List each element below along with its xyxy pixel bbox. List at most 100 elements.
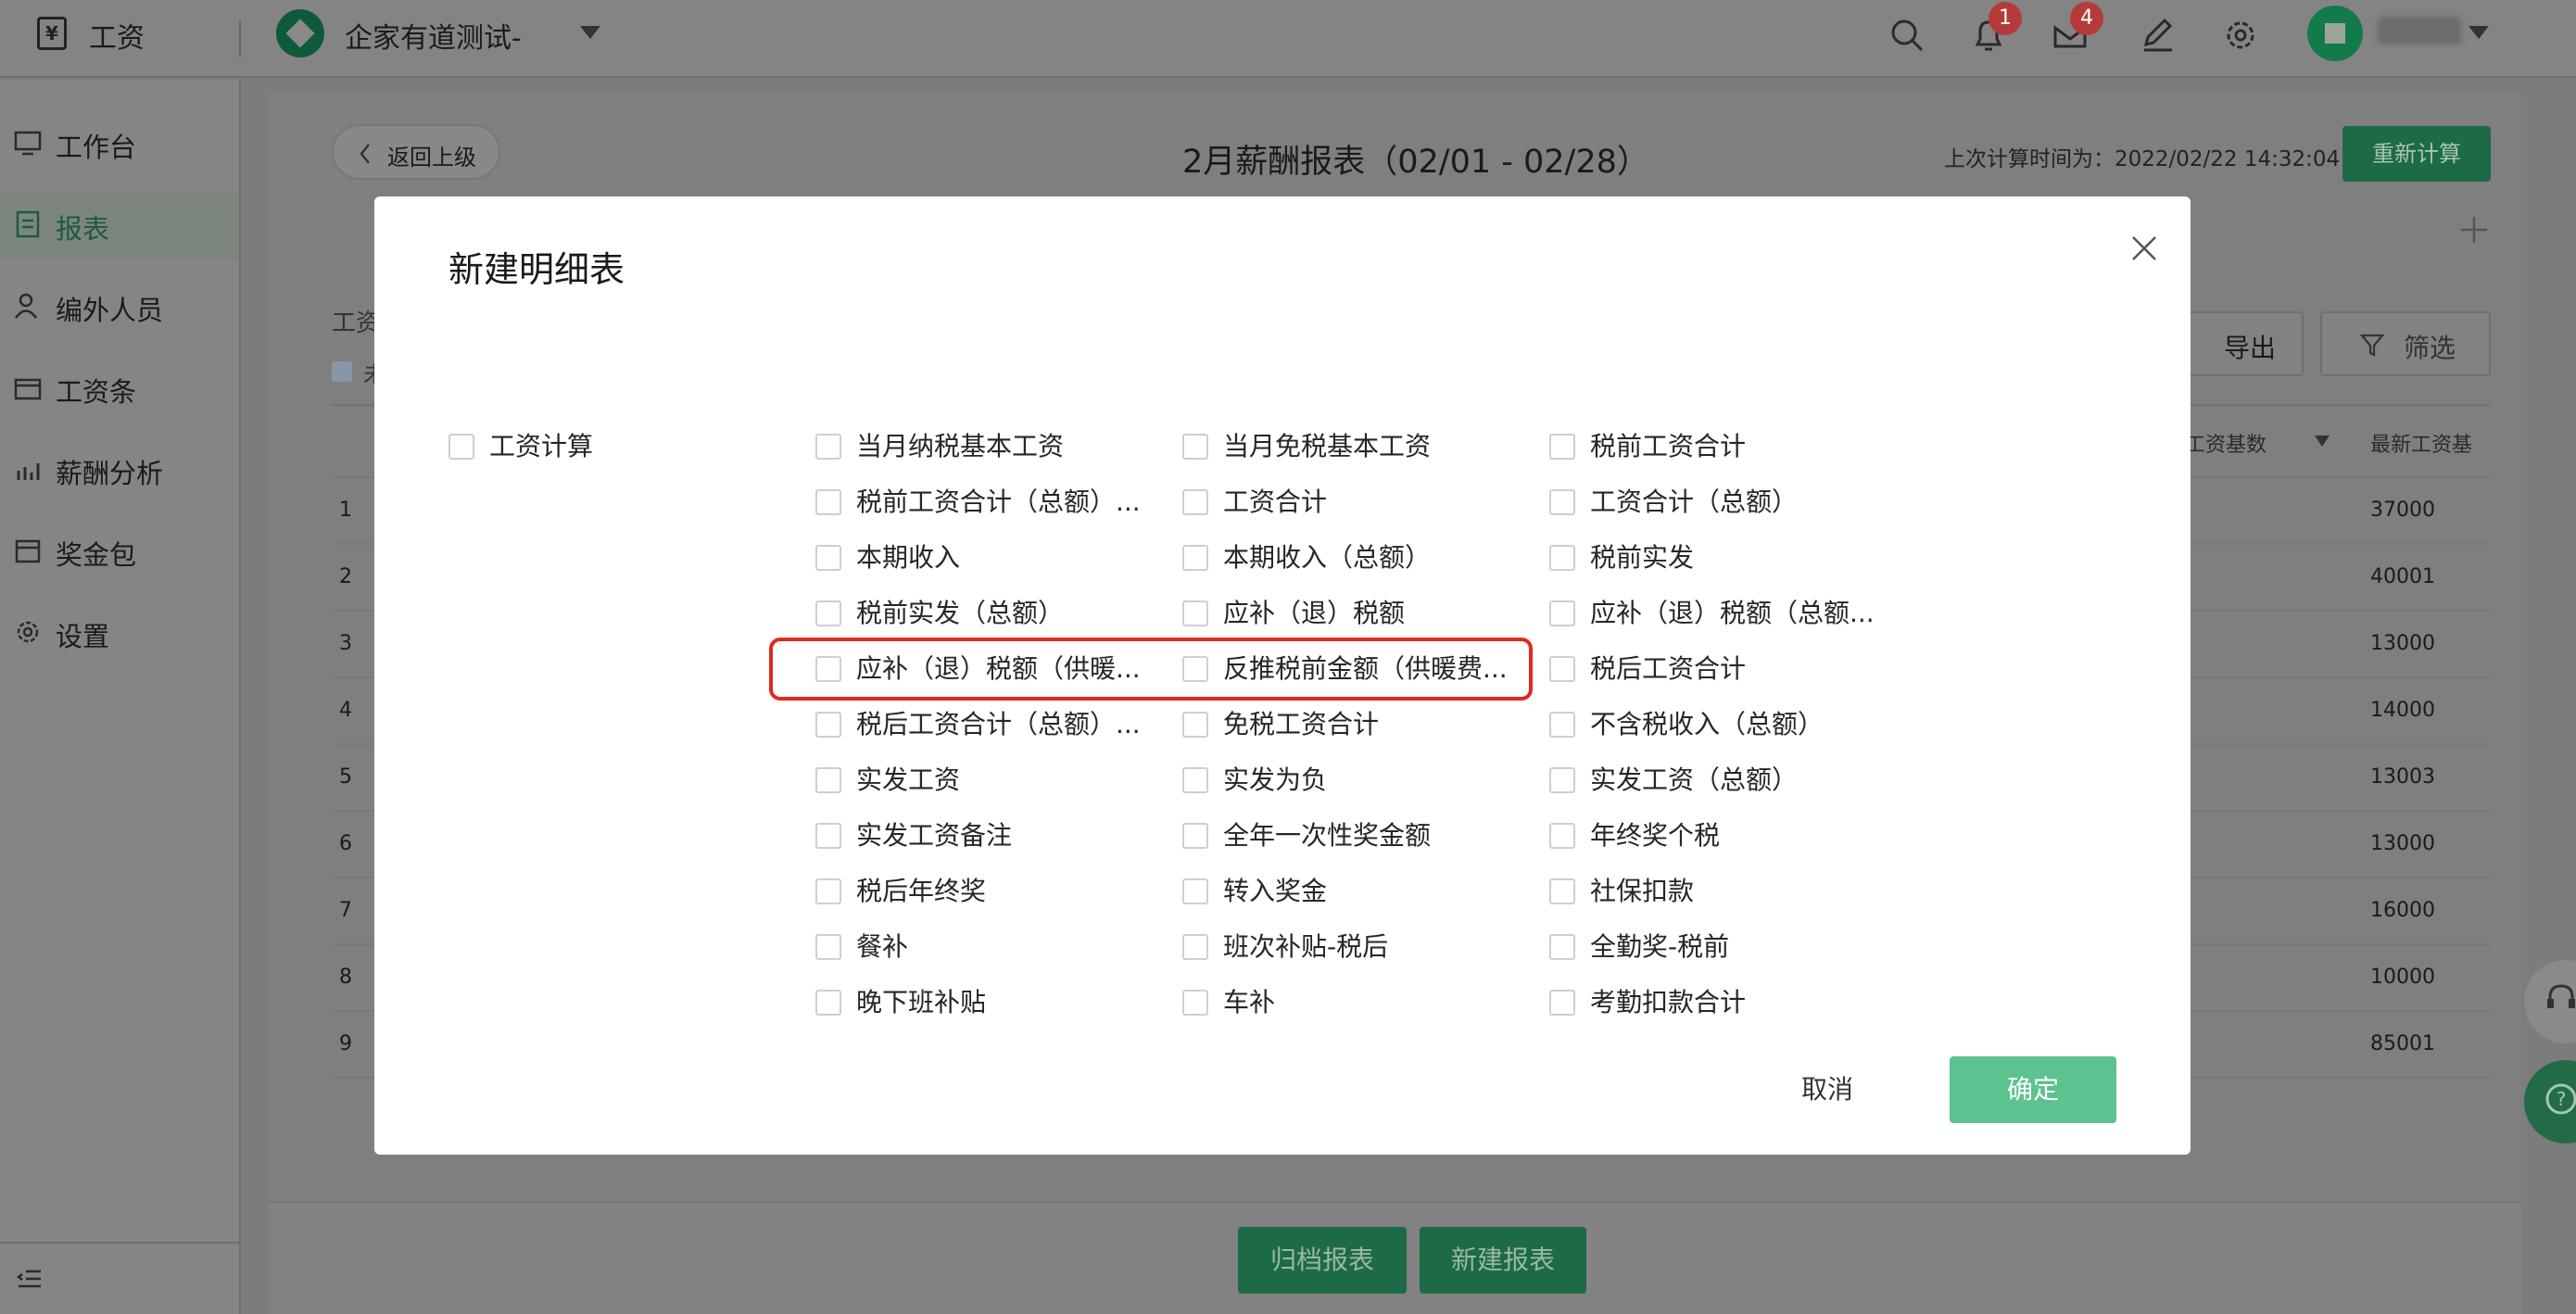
sidebar-item-payslips[interactable]: 工资条: [0, 356, 239, 423]
wallet-icon: [14, 378, 42, 400]
sidebar-item-dashboard[interactable]: 工作台: [0, 111, 239, 178]
option-checkbox[interactable]: [1182, 489, 1208, 515]
option-label: 税后工资合计（总额）...: [856, 709, 1141, 739]
recalculate-button[interactable]: 重新计算: [2342, 126, 2491, 182]
sidebar-item-label: 薪酬分析: [56, 458, 164, 489]
option-checkbox[interactable]: [1549, 990, 1575, 1016]
chevron-down-icon[interactable]: [2469, 26, 2489, 39]
search-icon[interactable]: [1887, 15, 1927, 56]
archive-report-button[interactable]: 归档报表: [1238, 1227, 1407, 1294]
customer-service-button[interactable]: [2524, 960, 2576, 1043]
option-label: 税后工资合计: [1590, 653, 1747, 684]
option-label: 班次补贴-税后: [1223, 931, 1389, 962]
row-index: 1: [339, 499, 352, 522]
option-checkbox[interactable]: [1182, 934, 1208, 960]
confirm-button[interactable]: 确定: [1950, 1056, 2116, 1123]
add-icon[interactable]: [2457, 213, 2491, 246]
row-value: 14000: [2370, 699, 2435, 722]
option-checkbox[interactable]: [815, 767, 841, 793]
option-checkbox[interactable]: [815, 434, 841, 460]
option-checkbox[interactable]: [815, 990, 841, 1016]
option-label: 晚下班补贴: [856, 987, 987, 1017]
legend-chip: [332, 361, 352, 382]
option-label: 实发工资: [856, 764, 961, 795]
option-checkbox[interactable]: [815, 545, 841, 571]
sidebar-item-reports[interactable]: 报表: [0, 193, 239, 259]
close-icon[interactable]: [2126, 230, 2163, 267]
sidebar-collapse-button[interactable]: [0, 1242, 239, 1314]
message-button[interactable]: 4: [2050, 2, 2103, 56]
row-index: 8: [339, 966, 352, 989]
notification-bell-button[interactable]: 1: [1968, 2, 2022, 56]
row-index: 3: [339, 632, 352, 655]
chart-icon: [17, 463, 40, 480]
option-checkbox[interactable]: [1549, 656, 1575, 682]
report-icon: [16, 210, 40, 238]
option-checkbox[interactable]: [1182, 545, 1208, 571]
back-button[interactable]: 返回上级: [332, 124, 500, 180]
group-checkbox[interactable]: [448, 434, 474, 460]
user-name-blurred[interactable]: [2378, 17, 2461, 44]
option-label: 应补（退）税额: [1223, 598, 1406, 628]
option-checkbox[interactable]: [1549, 934, 1575, 960]
option-checkbox[interactable]: [1549, 878, 1575, 904]
sidebar-item-bonus[interactable]: 奖金包: [0, 519, 239, 586]
option-checkbox[interactable]: [1549, 545, 1575, 571]
option-checkbox[interactable]: [1549, 823, 1575, 849]
sidebar-item-contractors[interactable]: 编外人员: [0, 274, 239, 341]
option-label: 实发工资备注: [856, 820, 1013, 851]
option-checkbox[interactable]: [815, 878, 841, 904]
edit-icon[interactable]: [2137, 15, 2178, 56]
option-label: 税前实发（总额）: [856, 598, 1065, 628]
option-checkbox[interactable]: [1182, 767, 1208, 793]
option-label: 税后年终奖: [856, 876, 987, 906]
option-checkbox[interactable]: [1182, 434, 1208, 460]
sidebar-item-label: 奖金包: [56, 539, 137, 571]
option-checkbox[interactable]: [815, 934, 841, 960]
notification-badge: 1: [1989, 2, 2022, 35]
row-index: 5: [339, 765, 352, 789]
chevron-down-icon[interactable]: [580, 26, 600, 39]
row-index: 7: [339, 899, 352, 922]
avatar[interactable]: [2307, 6, 2363, 61]
option-checkbox[interactable]: [1549, 712, 1575, 738]
settings-gear-icon[interactable]: [2220, 15, 2261, 56]
option-checkbox[interactable]: [1182, 823, 1208, 849]
row-value: 10000: [2370, 966, 2435, 989]
option-label: 免税工资合计: [1223, 709, 1380, 739]
person-icon: [14, 293, 38, 319]
option-checkbox[interactable]: [815, 600, 841, 626]
sidebar: 工作台 报表 编外人员 工资条 薪酬分析 奖金包 设置: [0, 80, 241, 1314]
option-checkbox[interactable]: [1549, 600, 1575, 626]
option-checkbox[interactable]: [815, 489, 841, 515]
option-checkbox[interactable]: [1182, 990, 1208, 1016]
row-value: 16000: [2370, 899, 2435, 922]
cancel-button[interactable]: 取消: [1801, 1069, 1853, 1106]
company-logo[interactable]: [276, 9, 324, 57]
option-checkbox[interactable]: [815, 712, 841, 738]
back-label: 返回上级: [387, 145, 476, 171]
row-value: 40001: [2370, 565, 2435, 588]
option-checkbox[interactable]: [1549, 489, 1575, 515]
new-report-button[interactable]: 新建报表: [1420, 1227, 1586, 1294]
sidebar-item-label: 报表: [56, 213, 110, 245]
sidebar-item-settings[interactable]: 设置: [0, 600, 239, 667]
sidebar-item-analysis[interactable]: 薪酬分析: [0, 437, 239, 504]
option-checkbox[interactable]: [1182, 712, 1208, 738]
row-value: 85001: [2370, 1032, 2435, 1055]
filter-button[interactable]: 筛选: [2320, 311, 2491, 376]
option-checkbox[interactable]: [1549, 767, 1575, 793]
option-checkbox[interactable]: [1182, 600, 1208, 626]
option-checkbox[interactable]: [815, 823, 841, 849]
option-checkbox[interactable]: [1549, 434, 1575, 460]
company-name[interactable]: 企家有道测试-: [345, 15, 522, 56]
option-checkbox[interactable]: [1182, 878, 1208, 904]
option-label: 年终奖个税: [1590, 820, 1721, 851]
sort-down-icon[interactable]: [2313, 434, 2331, 449]
divider: [239, 20, 241, 57]
option-label: 实发为负: [1223, 764, 1328, 795]
option-label: 考勤扣款合计: [1590, 987, 1747, 1017]
help-button[interactable]: ?: [2524, 1060, 2576, 1143]
option-label: 当月纳税基本工资: [856, 431, 1065, 461]
row-index: 4: [339, 699, 352, 722]
